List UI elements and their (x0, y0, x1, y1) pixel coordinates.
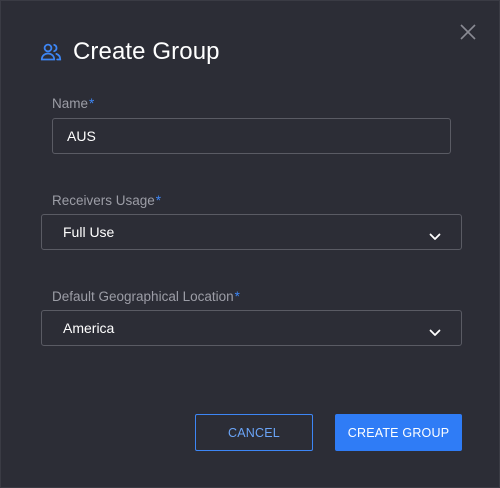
chevron-down-icon (429, 324, 441, 336)
receivers-usage-label-text: Receivers Usage (52, 193, 155, 208)
location-label: Default Geographical Location* (52, 289, 240, 304)
required-mark: * (234, 289, 240, 304)
name-label-text: Name (52, 96, 89, 111)
create-group-button[interactable]: CREATE GROUP (335, 414, 462, 451)
required-mark: * (89, 96, 95, 111)
receivers-usage-select[interactable]: Full Use (41, 214, 462, 250)
cancel-button[interactable]: CANCEL (195, 414, 313, 451)
receivers-usage-value: Full Use (63, 224, 115, 240)
users-icon (39, 40, 63, 64)
location-select[interactable]: America (41, 310, 462, 346)
receivers-usage-label: Receivers Usage* (52, 193, 161, 208)
location-label-text: Default Geographical Location (52, 289, 234, 304)
name-label: Name* (52, 96, 94, 111)
close-icon[interactable] (458, 22, 478, 42)
location-value: America (63, 320, 115, 336)
dialog-header: Create Group (39, 37, 220, 67)
chevron-down-icon (429, 228, 441, 240)
dialog-title: Create Group (73, 38, 220, 65)
create-group-dialog: Create Group Name* Receivers Usage* Full… (0, 0, 500, 488)
required-mark: * (155, 193, 162, 208)
name-input[interactable] (52, 118, 451, 154)
